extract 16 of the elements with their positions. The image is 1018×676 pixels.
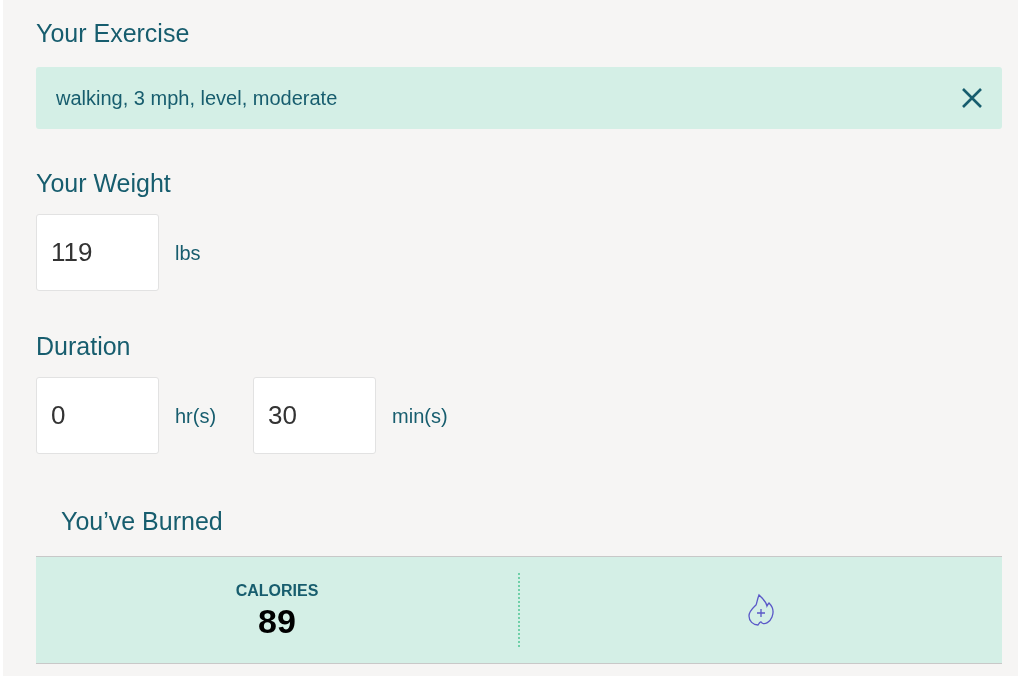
unit-label: lbs bbox=[175, 240, 201, 266]
exercise-text: walking, 3 mph, level, moderate bbox=[56, 86, 338, 111]
number-field[interactable]: 30 bbox=[253, 377, 377, 454]
unit-label: hr(s) bbox=[175, 403, 217, 429]
unit-label: min(s) bbox=[392, 403, 448, 429]
section-label: You’ve Burned bbox=[61, 506, 224, 537]
section-label: Your Exercise bbox=[36, 18, 191, 49]
number-field[interactable]: 119 bbox=[36, 214, 159, 291]
clear-button[interactable] bbox=[960, 86, 984, 110]
flame-icon bbox=[745, 592, 777, 628]
close-icon bbox=[960, 86, 984, 110]
section-label: Your Weight bbox=[36, 168, 172, 199]
metric-label: CALORIES bbox=[235, 581, 319, 602]
calorie-value: 89 bbox=[258, 603, 296, 641]
section-label: Duration bbox=[36, 331, 132, 362]
number-field[interactable]: 0 bbox=[36, 377, 159, 454]
